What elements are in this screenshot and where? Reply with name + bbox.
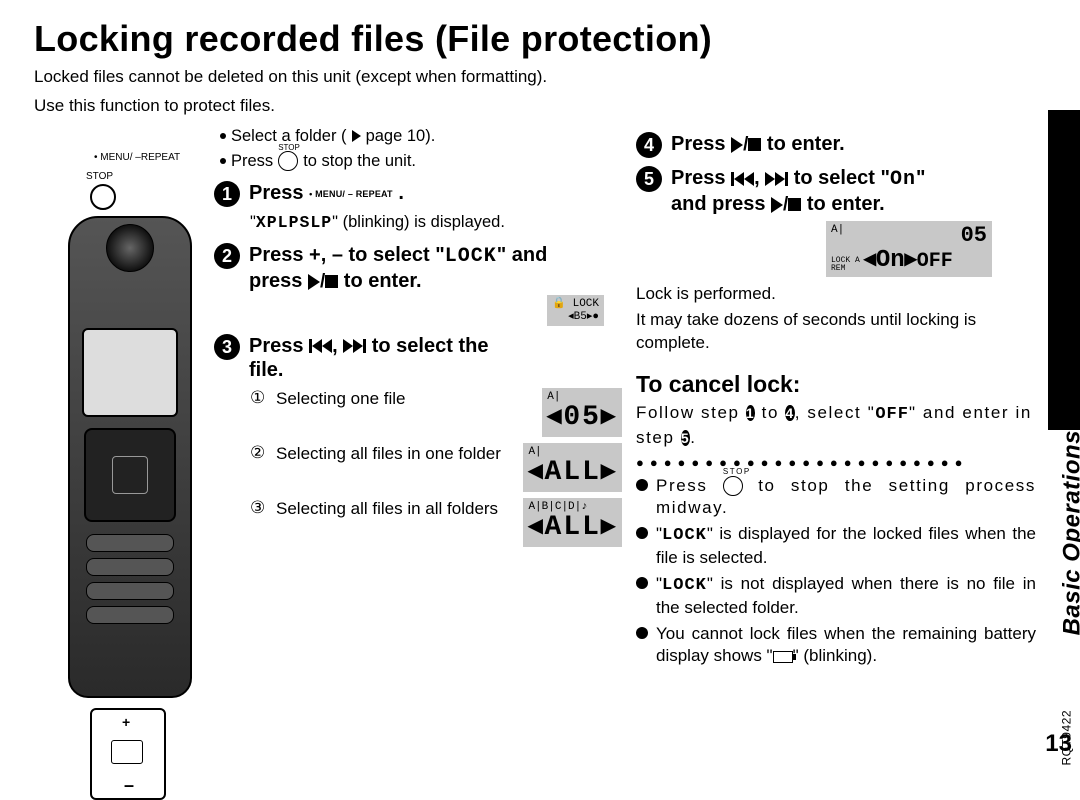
step-1-badge: 1 bbox=[214, 181, 240, 207]
bullet-icon bbox=[220, 133, 226, 139]
arrow-right-icon bbox=[352, 130, 361, 142]
step-5-text: Press , to select "On" and press / to en… bbox=[671, 166, 925, 217]
step-5-badge: 5 bbox=[636, 166, 662, 192]
ref-step-4-badge: 4 bbox=[785, 405, 794, 421]
bullet-icon bbox=[636, 527, 648, 539]
ref-step-5-badge: 5 bbox=[681, 430, 690, 446]
lcd-on-off-display: A|05 LOCK A REM ◂On▸OFF bbox=[826, 221, 992, 278]
step-1-text: Press • MENU/ – REPEAT . bbox=[249, 181, 404, 205]
cancel-heading: To cancel lock: bbox=[636, 371, 1036, 398]
label-menu-repeat: • MENU/ –REPEAT bbox=[94, 152, 200, 163]
side-black-tab bbox=[1048, 110, 1080, 430]
lcd-display-icon: A|◂05▸ bbox=[542, 388, 622, 437]
lcd-display-icon: A|B|C|D|♪◂ALL▸ bbox=[523, 498, 622, 547]
page-title: Locking recorded files (File protection) bbox=[34, 18, 1046, 60]
battery-empty-icon bbox=[773, 651, 793, 663]
ref-step-1-badge: 1 bbox=[746, 405, 755, 421]
step-4-text: Press / to enter. bbox=[671, 132, 845, 156]
intro-line-1: Locked files cannot be deleted on this u… bbox=[34, 66, 1046, 89]
step-3-badge: 3 bbox=[214, 334, 240, 360]
bullet-icon bbox=[636, 627, 648, 639]
stop-icon: STOP bbox=[278, 151, 298, 171]
note-4: You cannot lock files when the remaining… bbox=[636, 623, 1036, 668]
step-4-badge: 4 bbox=[636, 132, 662, 158]
lcd-display-icon: A|◂ALL▸ bbox=[523, 443, 622, 492]
cancel-text: Follow step 1 to 4, select "OFF" and ent… bbox=[636, 402, 1036, 450]
bullet-icon bbox=[636, 479, 648, 491]
side-section-label: Basic Operations bbox=[1058, 430, 1080, 635]
device-body bbox=[68, 216, 192, 698]
play-stop-icon: / bbox=[308, 270, 338, 293]
step-3-text: Press , to select the file. bbox=[249, 334, 488, 383]
skip-back-icon bbox=[731, 172, 754, 186]
menu-repeat-button-icon: • MENU/ – REPEAT bbox=[309, 190, 393, 199]
intro-line-2: Use this function to protect files. bbox=[34, 95, 1046, 118]
bullet-icon bbox=[220, 158, 226, 164]
separator-dots: ●●●●●●●●●●●●●●●●●●●●●●●● bbox=[636, 455, 1036, 470]
skip-fwd-icon bbox=[765, 172, 788, 186]
bullet-icon bbox=[636, 577, 648, 589]
stop-icon: STOP bbox=[723, 476, 743, 496]
lcd-lock-display: 🔒 LOCK◂B5▸● bbox=[547, 295, 604, 325]
step-3-option-1: ① Selecting one file A|◂05▸ bbox=[250, 388, 622, 437]
skip-fwd-icon bbox=[343, 339, 366, 353]
play-stop-icon: / bbox=[731, 133, 761, 156]
note-1: Press STOP to stop the setting process m… bbox=[636, 475, 1036, 520]
step-3-option-3: ③ Selecting all files in all folders A|B… bbox=[250, 498, 622, 547]
step-5-result-1: Lock is performed. bbox=[636, 283, 1036, 306]
note-3: "LOCK" is not displayed when there is no… bbox=[636, 573, 1036, 620]
play-stop-icon: / bbox=[771, 193, 801, 216]
page-number: 13 bbox=[1045, 730, 1072, 758]
step-2-badge: 2 bbox=[214, 243, 240, 269]
skip-back-icon bbox=[309, 339, 332, 353]
step-2-text: Press +, – to select "LOCK" and press / … bbox=[249, 243, 547, 294]
note-2: "LOCK" is displayed for the locked files… bbox=[636, 523, 1036, 570]
stop-button-icon bbox=[90, 184, 116, 210]
step-3-option-2: ② Selecting all files in one folder A|◂A… bbox=[250, 443, 622, 492]
label-stop: STOP bbox=[86, 171, 200, 182]
step-5-result-2: It may take dozens of seconds until lock… bbox=[636, 309, 1036, 355]
prep-bullets: Select a folder ( page 10). Press STOP t… bbox=[214, 124, 622, 174]
step-1-sub: "XPLPSLP" (blinking) is displayed. bbox=[250, 211, 622, 234]
device-illustration: • MENU/ –REPEAT STOP + – bbox=[34, 124, 200, 800]
dpad-callout: + – bbox=[90, 708, 166, 800]
